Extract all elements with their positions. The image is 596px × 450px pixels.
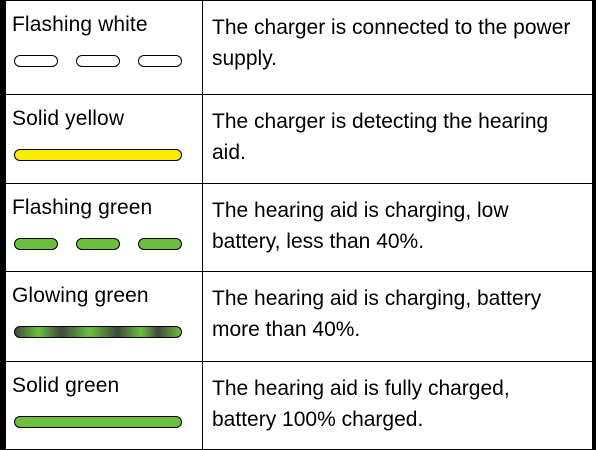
status-description: The hearing aid is charging, battery mor… [212, 287, 542, 341]
status-description: The charger is connected to the power su… [212, 16, 571, 70]
led-dash-segment [138, 55, 182, 67]
status-label-cell: Flashing green [5, 183, 203, 272]
status-description: The charger is detecting the hearing aid… [212, 110, 549, 164]
flashing-white-led-indicator [14, 55, 182, 67]
led-dash-segment [76, 55, 120, 67]
led-status-table: Flashing white The charger is connected … [5, 0, 593, 450]
led-dash-segment [76, 238, 120, 250]
led-solid-bar [14, 416, 182, 428]
led-dash-segment [138, 238, 182, 250]
flashing-green-led-indicator [14, 238, 182, 250]
led-solid-bar [14, 149, 182, 161]
table-row: Solid green The hearing aid is fully cha… [5, 361, 593, 450]
status-label: Solid green [12, 374, 120, 397]
status-label: Glowing green [12, 284, 149, 307]
status-label-cell: Solid green [5, 361, 203, 450]
table-row: Flashing green The hearing aid is chargi… [5, 183, 593, 272]
status-label: Solid yellow [12, 107, 125, 130]
glowing-green-led-indicator [14, 326, 182, 338]
status-description: The hearing aid is fully charged, batter… [212, 377, 510, 431]
status-description-cell: The charger is connected to the power su… [202, 0, 593, 95]
solid-yellow-led-indicator [14, 149, 182, 161]
status-description-cell: The hearing aid is charging, low battery… [202, 183, 593, 272]
led-dash-segment [14, 238, 58, 250]
status-label-cell: Flashing white [5, 0, 203, 95]
table-row: Solid yellow The charger is detecting th… [5, 94, 593, 184]
status-description-cell: The hearing aid is fully charged, batter… [202, 361, 593, 450]
led-glow-bar [14, 326, 182, 338]
status-description: The hearing aid is charging, low battery… [212, 199, 509, 253]
status-label: Flashing green [12, 196, 153, 219]
table-row: Glowing green The hearing aid is chargin… [5, 271, 593, 362]
led-dash-segment [14, 55, 58, 67]
solid-green-led-indicator [14, 416, 182, 428]
status-label-cell: Glowing green [5, 271, 203, 362]
status-label: Flashing white [12, 13, 148, 36]
table-row: Flashing white The charger is connected … [5, 0, 593, 95]
status-description-cell: The charger is detecting the hearing aid… [202, 94, 593, 184]
status-label-cell: Solid yellow [5, 94, 203, 184]
status-description-cell: The hearing aid is charging, battery mor… [202, 271, 593, 362]
